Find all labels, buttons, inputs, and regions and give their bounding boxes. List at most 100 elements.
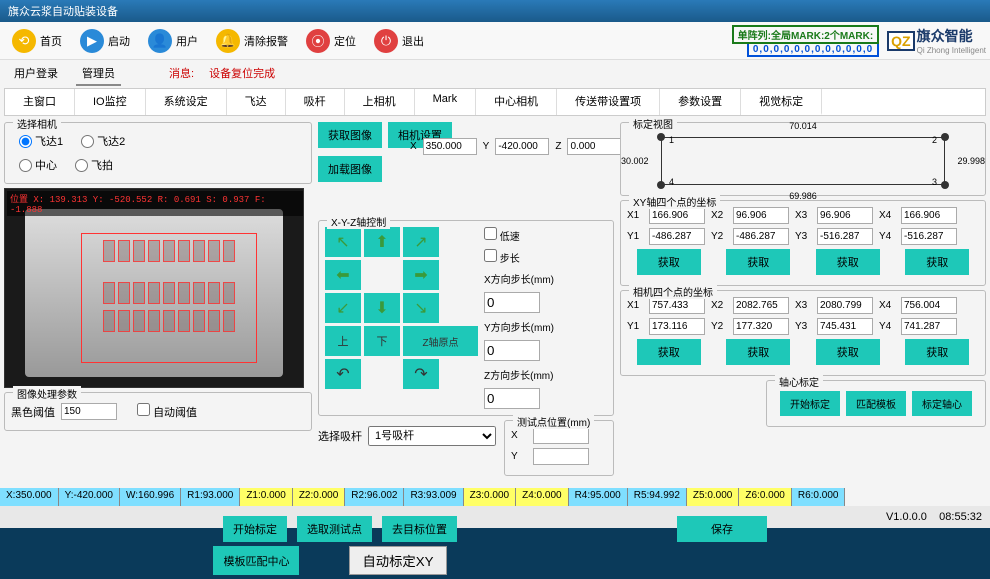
xy4-x1[interactable] bbox=[649, 207, 705, 224]
cam4-get3[interactable]: 获取 bbox=[816, 339, 880, 365]
home-button[interactable]: ⟲首页 bbox=[4, 25, 70, 57]
axis-center[interactable]: 标定轴心 bbox=[912, 391, 972, 416]
cam4-x1[interactable] bbox=[649, 297, 705, 314]
tab-6[interactable]: Mark bbox=[415, 89, 476, 115]
cam4-get2[interactable]: 获取 bbox=[726, 339, 790, 365]
match-center-button[interactable]: 模板匹配中心 bbox=[213, 546, 299, 575]
tab-admin[interactable]: 管理员 bbox=[76, 62, 121, 86]
cam4-y1[interactable] bbox=[649, 318, 705, 335]
cam4-x2[interactable] bbox=[733, 297, 789, 314]
cam4-title: 相机四个点的坐标 bbox=[629, 284, 717, 299]
z-origin-button[interactable]: Z轴原点 bbox=[403, 326, 478, 356]
xy4-y1[interactable] bbox=[649, 228, 705, 245]
arrow-nw[interactable]: ↖ bbox=[325, 227, 361, 257]
xy4-x3[interactable] bbox=[817, 207, 873, 224]
tab-7[interactable]: 中心相机 bbox=[476, 89, 557, 115]
save-button[interactable]: 保存 bbox=[677, 516, 767, 542]
goto-target-button[interactable]: 去目标位置 bbox=[382, 516, 457, 542]
clear-alarm-button[interactable]: 🔔清除报警 bbox=[208, 25, 296, 57]
cam4-y4[interactable] bbox=[901, 318, 957, 335]
pick-head-label: 选择吸杆 bbox=[318, 428, 362, 444]
radio-feida1[interactable]: 飞达1 bbox=[19, 133, 63, 149]
window-titlebar: 旗众云浆自动贴装设备 bbox=[0, 0, 990, 22]
arrow-s[interactable]: ⬇ bbox=[364, 293, 400, 323]
y-pos[interactable] bbox=[495, 138, 549, 155]
arrow-se[interactable]: ↘ bbox=[403, 293, 439, 323]
auto-xy-button[interactable]: 自动标定XY bbox=[349, 546, 446, 575]
start-button[interactable]: ▶启动 bbox=[72, 25, 138, 57]
camera-image: 位置 X: 139.313 Y: -520.552 R: 0.691 S: 0.… bbox=[4, 188, 304, 388]
status-box: 单阵列:全局MARK:2个MARK: 0,0,0,0,0,0,0,0,0,0,0… bbox=[732, 25, 880, 57]
camera-overlay-text: 位置 X: 139.313 Y: -520.552 R: 0.691 S: 0.… bbox=[7, 191, 303, 216]
calib-diagram: 70.014 29.998 69.986 30.002 1 2 3 4 bbox=[657, 133, 949, 189]
z-pos[interactable] bbox=[567, 138, 621, 155]
redo-button[interactable]: ↷ bbox=[403, 359, 439, 389]
xy4-y3[interactable] bbox=[817, 228, 873, 245]
exit-button[interactable]: ⏻退出 bbox=[366, 25, 432, 57]
radio-center[interactable]: 中心 bbox=[19, 157, 57, 173]
cam4-x4[interactable] bbox=[901, 297, 957, 314]
xy4-get2[interactable]: 获取 bbox=[726, 249, 790, 275]
get-image-button[interactable]: 获取图像 bbox=[318, 122, 382, 148]
xy4-x2[interactable] bbox=[733, 207, 789, 224]
cam4-y2[interactable] bbox=[733, 318, 789, 335]
xy4-get4[interactable]: 获取 bbox=[905, 249, 969, 275]
cam4-get1[interactable]: 获取 bbox=[637, 339, 701, 365]
radio-feipai[interactable]: 飞拍 bbox=[75, 157, 113, 173]
step-check[interactable]: 步长 bbox=[484, 249, 554, 265]
arrow-e[interactable]: ➡ bbox=[403, 260, 439, 290]
arrow-n[interactable]: ⬆ bbox=[364, 227, 400, 257]
xstep-input[interactable] bbox=[484, 292, 540, 313]
tab-3[interactable]: 飞达 bbox=[227, 89, 286, 115]
cam4-y3[interactable] bbox=[817, 318, 873, 335]
z-down-button[interactable]: 下 bbox=[364, 326, 400, 356]
tab-user-login[interactable]: 用户登录 bbox=[8, 62, 64, 86]
axis-start[interactable]: 开始标定 bbox=[780, 391, 840, 416]
tab-10[interactable]: 视觉标定 bbox=[741, 89, 822, 115]
tab-1[interactable]: IO监控 bbox=[75, 89, 146, 115]
ystep-input[interactable] bbox=[484, 340, 540, 361]
thresh-input[interactable] bbox=[61, 403, 117, 420]
radio-feida2[interactable]: 飞达2 bbox=[81, 133, 125, 149]
main-toolbar: ⟲首页 ▶启动 👤用户 🔔清除报警 ⦿定位 ⏻退出 单阵列:全局MARK:2个M… bbox=[0, 22, 990, 60]
goto-button[interactable]: ⦿定位 bbox=[298, 25, 364, 57]
xy4-title: XY轴四个点的坐标 bbox=[629, 194, 720, 209]
low-speed-check[interactable]: 低速 bbox=[484, 227, 554, 243]
tab-5[interactable]: 上相机 bbox=[345, 89, 415, 115]
tab-0[interactable]: 主窗口 bbox=[5, 89, 75, 115]
test-pt-title: 测试点位置(mm) bbox=[513, 414, 594, 429]
x-pos[interactable] bbox=[423, 138, 477, 155]
arrow-ne[interactable]: ↗ bbox=[403, 227, 439, 257]
test-y[interactable] bbox=[533, 448, 589, 465]
thresh-label: 黑色阈值 bbox=[11, 404, 55, 420]
teach-point-button[interactable]: 选取测试点 bbox=[297, 516, 372, 542]
xy4-y2[interactable] bbox=[733, 228, 789, 245]
start-calib-button[interactable]: 开始标定 bbox=[223, 516, 287, 542]
load-image-button[interactable]: 加载图像 bbox=[318, 156, 382, 182]
zstep-input[interactable] bbox=[484, 388, 540, 409]
tab-9[interactable]: 参数设置 bbox=[660, 89, 741, 115]
xy4-y4[interactable] bbox=[901, 228, 957, 245]
calib-view-title: 标定视图 bbox=[629, 116, 677, 131]
tab-4[interactable]: 吸杆 bbox=[286, 89, 345, 115]
user-button[interactable]: 👤用户 bbox=[140, 25, 206, 57]
arrow-sw[interactable]: ↙ bbox=[325, 293, 361, 323]
cam4-x3[interactable] bbox=[817, 297, 873, 314]
undo-button[interactable]: ↶ bbox=[325, 359, 361, 389]
brand-logo: QZ 旗众智能Qi Zhong Intelligent bbox=[887, 26, 986, 55]
xy4-get3[interactable]: 获取 bbox=[816, 249, 880, 275]
tab-8[interactable]: 传送带设置项 bbox=[557, 89, 660, 115]
auto-thresh-check[interactable]: 自动阈值 bbox=[137, 403, 197, 420]
xy4-get1[interactable]: 获取 bbox=[637, 249, 701, 275]
camera-select-title: 选择相机 bbox=[13, 116, 61, 131]
img-proc-title: 图像处理参数 bbox=[13, 386, 81, 401]
z-up-button[interactable]: 上 bbox=[325, 326, 361, 356]
pick-head-select[interactable]: 1号吸杆 bbox=[368, 426, 496, 446]
order-test-x[interactable] bbox=[533, 427, 589, 444]
tab-2[interactable]: 系统设定 bbox=[146, 89, 227, 115]
axis-match[interactable]: 匹配模板 bbox=[846, 391, 906, 416]
user-tabs: 用户登录 管理员 消息: 设备复位完成 bbox=[0, 60, 990, 86]
xy4-x4[interactable] bbox=[901, 207, 957, 224]
cam4-get4[interactable]: 获取 bbox=[905, 339, 969, 365]
arrow-w[interactable]: ⬅ bbox=[325, 260, 361, 290]
